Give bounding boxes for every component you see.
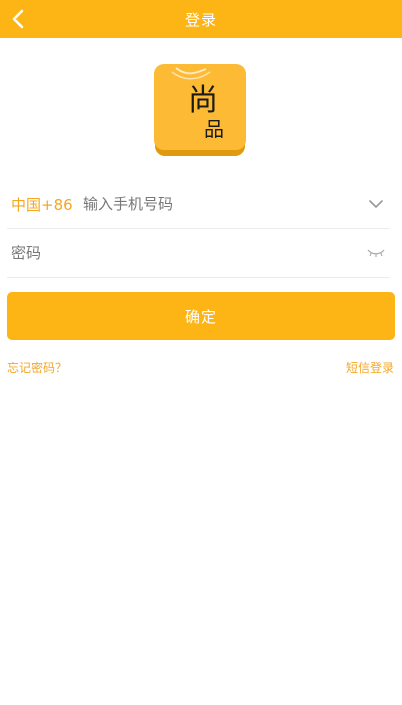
sms-login-link[interactable]: 短信登录 [346, 359, 394, 376]
password-input[interactable] [7, 233, 362, 273]
logo-char-1: 尚 [188, 83, 218, 118]
forgot-password-link[interactable]: 忘记密码？ [7, 359, 67, 376]
page-title: 登录 [184, 10, 217, 29]
eye-closed-icon [367, 249, 385, 257]
password-row [7, 229, 390, 278]
app-header: 登录 [0, 0, 402, 38]
logo-char-2: 品 [204, 117, 224, 141]
chevron-left-icon [12, 9, 24, 29]
chevron-down-icon [369, 200, 383, 208]
app-logo: 尚 品 [154, 64, 246, 157]
confirm-button[interactable]: 确定 [7, 292, 395, 340]
phone-input[interactable] [83, 184, 362, 224]
country-code-selector[interactable]: 中国+86 [7, 194, 83, 215]
password-visibility-toggle[interactable] [362, 239, 390, 267]
back-button[interactable] [4, 5, 32, 33]
country-dropdown-button[interactable] [362, 190, 390, 218]
phone-row: 中国+86 [7, 180, 390, 229]
